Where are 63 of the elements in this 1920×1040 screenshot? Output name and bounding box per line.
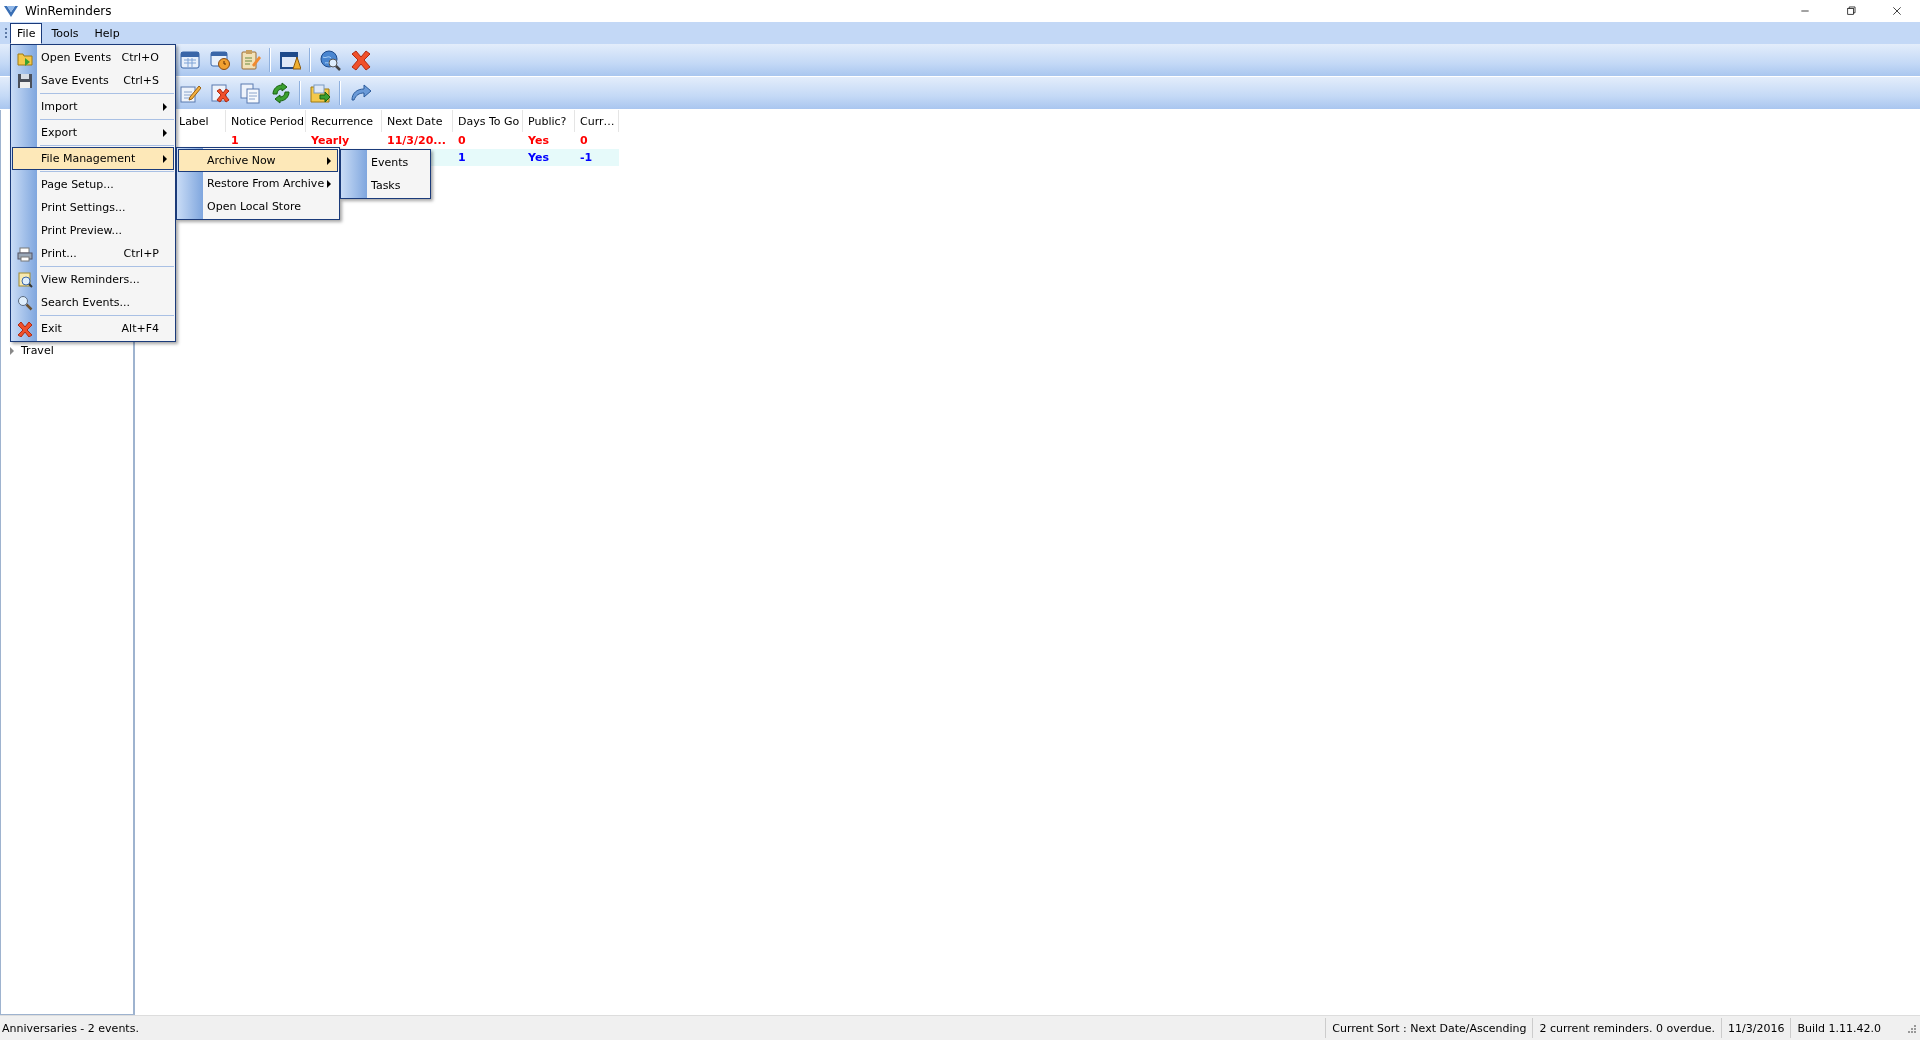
column-header[interactable]: Days To Go xyxy=(453,110,523,132)
menu-item[interactable]: File Management xyxy=(12,147,174,170)
redo-arrow-icon[interactable] xyxy=(349,82,371,104)
menu-item[interactable]: Page Setup... xyxy=(12,173,174,196)
menu-item[interactable]: Tasks xyxy=(342,174,429,197)
table-cell: Yes xyxy=(528,134,549,147)
table-cell: 11/3/20... xyxy=(387,134,446,147)
menu-item[interactable]: Search Events... xyxy=(12,291,174,314)
column-header[interactable]: Curr… xyxy=(575,110,619,132)
printer-icon xyxy=(17,245,33,262)
menu-item[interactable]: Archive Now xyxy=(178,149,338,172)
menu-gutter xyxy=(341,150,367,198)
table-cell: Yes xyxy=(528,151,549,164)
menu-item[interactable]: Save Events Ctrl+S xyxy=(12,69,174,92)
column-header[interactable]: Recurrence xyxy=(306,110,382,132)
calendar-icon[interactable] xyxy=(179,49,201,71)
menu-item[interactable]: View Reminders... xyxy=(12,268,174,291)
status-message: Anniversaries - 2 events. xyxy=(1,1021,140,1035)
delete-note-icon[interactable] xyxy=(209,82,231,104)
globe-search-icon[interactable] xyxy=(319,49,341,71)
shortcut-label: Alt+F4 xyxy=(121,322,160,335)
window-title: WinReminders xyxy=(25,4,112,18)
menu-bar-item[interactable]: File xyxy=(10,22,43,44)
status-section: 2 current reminders. 0 overdue. xyxy=(1532,1018,1721,1038)
status-section: Current Sort : Next Date/Ascending xyxy=(1325,1018,1533,1038)
magnifier-note-icon xyxy=(17,271,33,288)
table-cell: 0 xyxy=(458,134,466,147)
menu-item[interactable]: Print Preview... xyxy=(12,219,174,242)
table-cell: 1 xyxy=(231,134,239,147)
menu-item[interactable]: Print Settings... xyxy=(12,196,174,219)
shortcut-label: Ctrl+O xyxy=(121,51,160,64)
menu-item[interactable]: Exit Alt+F4 xyxy=(12,317,174,340)
shortcut-label: Ctrl+P xyxy=(123,247,160,260)
menu-bar-item[interactable]: Help xyxy=(87,22,127,44)
status-section: Build 1.11.42.0 xyxy=(1790,1018,1887,1038)
expand-icon[interactable] xyxy=(8,345,17,356)
menu-item[interactable]: Open Events Ctrl+O xyxy=(12,46,174,69)
status-section: 11/3/2016 xyxy=(1721,1018,1791,1038)
resize-grip-icon xyxy=(1905,1022,1917,1034)
table-cell: 1 xyxy=(458,151,466,164)
menu-bar-item[interactable]: Tools xyxy=(44,22,86,44)
grip-icon xyxy=(4,26,8,40)
delete-icon[interactable] xyxy=(349,49,371,71)
tree-item[interactable]: Travel xyxy=(21,344,54,357)
menu-item[interactable]: Print... Ctrl+P xyxy=(12,242,174,265)
table-cell: 0 xyxy=(580,134,588,147)
app-logo-icon xyxy=(3,3,19,19)
table-cell: -1 xyxy=(580,151,593,164)
search-icon xyxy=(17,294,33,311)
refresh-arrows-icon[interactable] xyxy=(269,82,291,104)
copy-icon[interactable] xyxy=(239,82,261,104)
column-header[interactable]: Next Date xyxy=(382,110,453,132)
menu-item[interactable]: Restore From Archive xyxy=(178,172,338,195)
menu-item[interactable]: Open Local Store xyxy=(178,195,338,218)
column-header[interactable]: Notice Period xyxy=(226,110,306,132)
calendar-clock-icon[interactable] xyxy=(209,49,231,71)
folder-arrow-icon[interactable] xyxy=(309,82,331,104)
table-cell: Yearly xyxy=(311,134,350,147)
exit-icon xyxy=(17,320,33,337)
menu-item[interactable]: Events xyxy=(342,151,429,174)
column-header[interactable]: Public? xyxy=(523,110,575,132)
shortcut-label: Ctrl+S xyxy=(123,74,160,87)
clipboard-pencil-icon[interactable] xyxy=(239,49,261,71)
